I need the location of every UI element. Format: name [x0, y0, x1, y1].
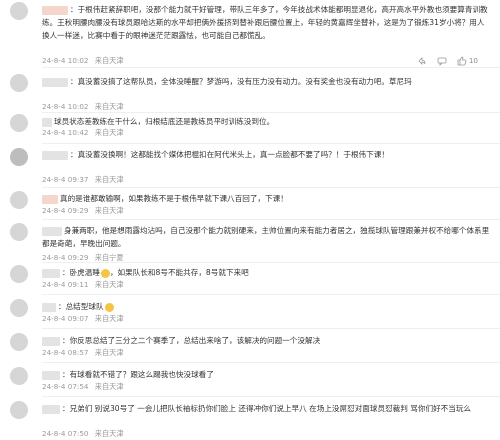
timestamp: 24-8-4 08:57 [42, 348, 89, 357]
like-button[interactable]: 10 [457, 55, 478, 67]
location: 来自天津 [94, 348, 124, 357]
username[interactable] [42, 370, 60, 380]
username[interactable] [42, 302, 56, 312]
avatar[interactable] [10, 299, 28, 317]
timestamp: 24-8-4 09:11 [42, 280, 89, 289]
comment-icon [437, 57, 447, 66]
divider [42, 328, 500, 329]
location: 来自天津 [94, 128, 124, 137]
location: 来自天津 [94, 280, 124, 289]
comment-text: ：真没蓄没换啊！这都能找个媒体把棍扣在阿代米头上，真一点脸都不要了吗？！于根伟下… [42, 148, 490, 161]
comment-feed: ：于根伟赶紧辞职吧，没那个能力就干好管理，带队三年多了，今年技战术体能都明显退化… [0, 0, 500, 440]
username[interactable] [42, 117, 52, 127]
comment-meta: 24-8-4 09:37 来自天津 [42, 174, 490, 186]
comment-meta: 24-8-4 07:54 来自天津 [42, 381, 490, 393]
location: 来自天津 [94, 206, 124, 215]
timestamp: 24-8-4 10:02 [42, 56, 89, 65]
comment-text: 身兼两职，他是想雨露均沾吗，自己没那个能力就别硬来，主帅位置向来有能力者居之，独… [42, 226, 490, 248]
avatar[interactable] [10, 2, 28, 20]
divider [42, 396, 500, 397]
divider [42, 67, 500, 68]
comment-meta: 24-8-4 10:42 来自天津 [42, 127, 490, 139]
timestamp: 24-8-4 09:37 [42, 175, 89, 184]
avatar[interactable] [10, 223, 28, 241]
comment-text: ：于根伟赶紧辞职吧，没那个能力就干好管理，带队三年多了，今年技战术体能都明显退化… [42, 5, 488, 40]
location: 来自天津 [94, 429, 124, 438]
username[interactable] [42, 336, 60, 346]
comment-text: ：有球看就不错了？跟这么踢我也快没球看了 [42, 368, 490, 381]
comment-meta: 24-8-4 09:07 来自天津 [42, 313, 490, 325]
timestamp: 24-8-4 07:54 [42, 382, 89, 391]
share-icon [418, 57, 426, 65]
share-button[interactable] [417, 56, 427, 66]
comment-text: ：卧虎温睡 ，如果队长和8号不能共存，8号就下来吧 [42, 266, 490, 279]
comment-text: ：兄弟们 别说30号了 一会儿把队长袖标扔你们脸上 还得冲你们说上早八 在场上没… [42, 402, 490, 415]
divider [42, 362, 500, 363]
location: 来自天津 [94, 175, 124, 184]
avatar[interactable] [10, 333, 28, 351]
comment-meta: 24-8-4 07:50 来自天津 [42, 428, 490, 440]
comment-text: ：真没蓄没搞了这帮队员，全体没睡醒？梦游吗，没有压力没有动力。没有奖金也没有动力… [42, 75, 490, 88]
comment-meta: 24-8-4 09:11 来自天津 [42, 279, 490, 291]
divider [42, 294, 500, 295]
timestamp: 24-8-4 09:07 [42, 314, 89, 323]
divider [42, 262, 500, 263]
username[interactable] [42, 77, 68, 87]
location: 来自天津 [94, 314, 124, 323]
divider [42, 112, 500, 113]
comment-text: ：你反思总结了三分之二个赛季了，总结出来啥了，该解决的问题一个没解决 [42, 334, 490, 347]
avatar[interactable] [10, 74, 28, 92]
avatar[interactable] [10, 148, 28, 166]
like-count: 10 [468, 56, 478, 65]
avatar[interactable] [10, 367, 28, 385]
avatar[interactable] [10, 191, 28, 209]
emoji-icon [100, 268, 110, 278]
comment-text: ：总结型球队 [42, 300, 490, 313]
comment-meta: 24-8-4 10:02 来自天津 10 [42, 55, 490, 67]
avatar[interactable] [10, 401, 28, 419]
location: 来自天津 [94, 56, 124, 65]
comment-text: 真的是谁都敢输啊，如果教练不是于根伟早就下课八百回了，下课！ [42, 192, 490, 205]
username[interactable] [42, 194, 58, 204]
timestamp: 24-8-4 10:42 [42, 128, 89, 137]
divider [42, 219, 500, 220]
username[interactable] [42, 226, 62, 236]
username[interactable] [42, 5, 68, 15]
divider [42, 143, 500, 144]
reply-button[interactable] [437, 56, 447, 66]
username[interactable] [42, 268, 60, 278]
timestamp: 24-8-4 07:50 [42, 429, 89, 438]
comment-actions: 10 [417, 55, 478, 67]
username[interactable] [42, 404, 60, 414]
avatar[interactable] [10, 114, 28, 132]
comment-meta: 24-8-4 08:57 来自天津 [42, 347, 490, 359]
timestamp: 24-8-4 09:29 [42, 206, 89, 215]
thumbs-up-icon [457, 56, 467, 66]
comment-meta: 24-8-4 09:29 来自天津 [42, 205, 490, 217]
avatar[interactable] [10, 265, 28, 283]
thumbs-up-emoji-icon [104, 302, 114, 312]
divider [42, 187, 500, 188]
location: 来自天津 [94, 382, 124, 391]
username[interactable] [42, 150, 68, 160]
